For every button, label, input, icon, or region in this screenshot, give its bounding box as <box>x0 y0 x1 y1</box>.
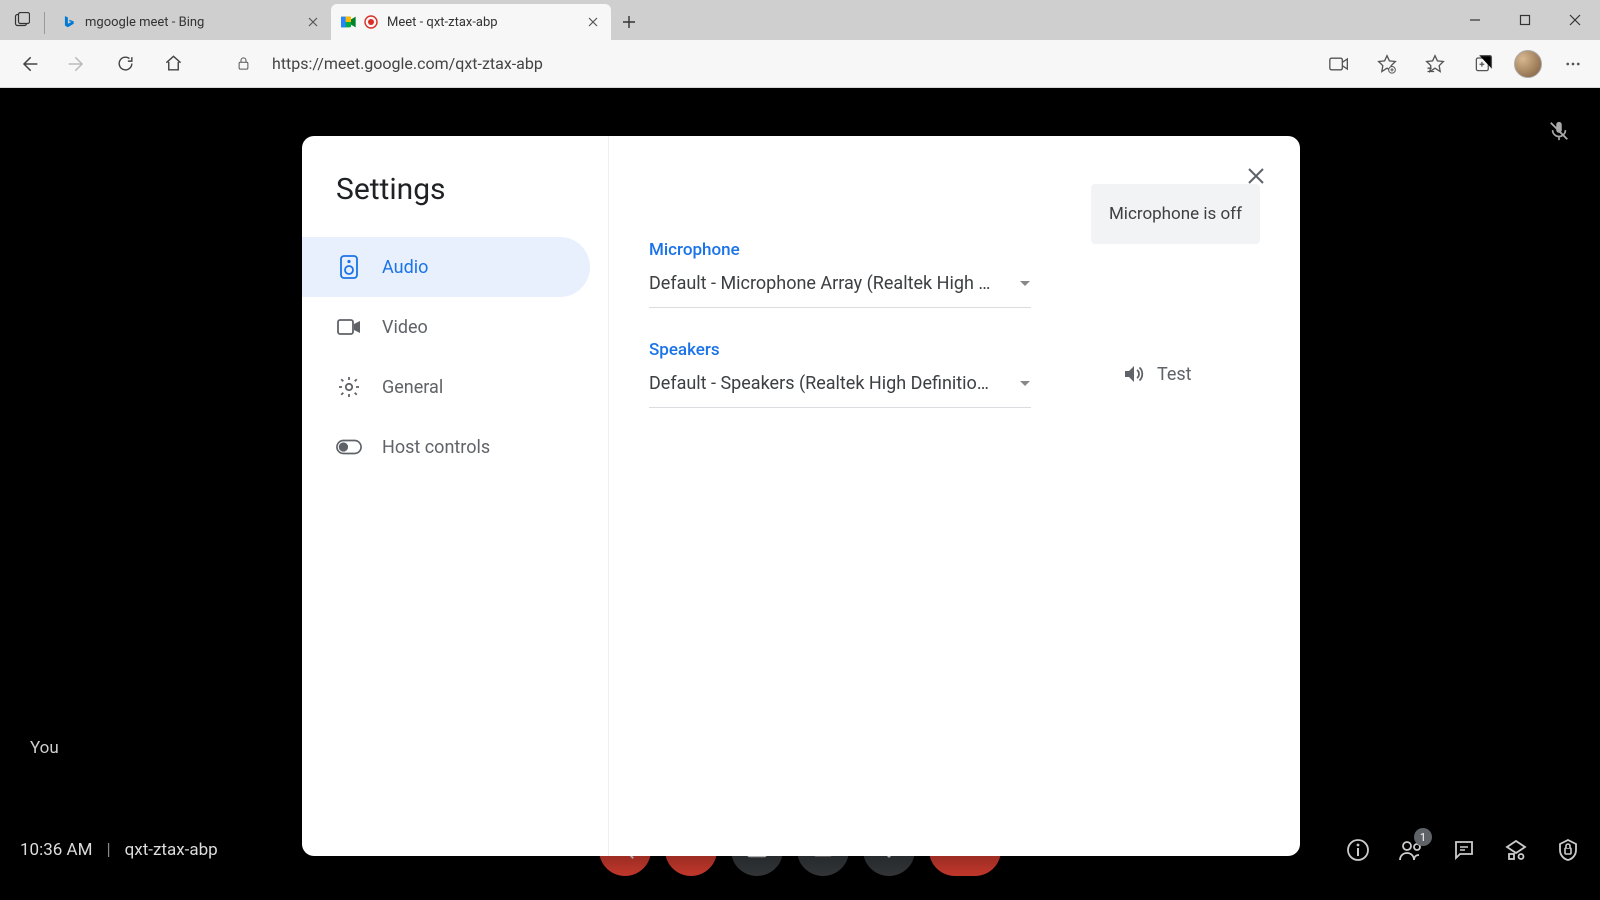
browser-tab-active[interactable]: Meet - qxt-ztax-abp <box>331 4 611 40</box>
speaker-icon <box>336 254 362 280</box>
video-popup-icon[interactable] <box>1322 47 1356 81</box>
chevron-down-icon <box>1019 280 1031 288</box>
chat-icon[interactable] <box>1452 838 1476 862</box>
close-dialog-button[interactable] <box>1238 158 1274 194</box>
favorites-list-icon[interactable] <box>1418 47 1452 81</box>
nav-home-button[interactable] <box>154 45 192 83</box>
close-tab-icon[interactable] <box>305 14 321 30</box>
window-minimize[interactable] <box>1450 0 1500 40</box>
settings-title: Settings <box>302 164 608 237</box>
toggle-icon <box>336 434 362 460</box>
tab-actions-icon[interactable] <box>0 0 44 40</box>
meet-favicon-icon <box>341 14 357 30</box>
settings-dialog: Settings Audio Video General Host contro… <box>302 136 1300 856</box>
microphone-select[interactable]: Default - Microphone Array (Realtek High… <box>649 260 1031 308</box>
divider: | <box>106 840 110 860</box>
speakers-select[interactable]: Default - Speakers (Realtek High Definit… <box>649 360 1031 408</box>
settings-tab-video[interactable]: Video <box>302 297 590 357</box>
test-button-label: Test <box>1157 364 1192 385</box>
tab-strip: mgoogle meet - Bing Meet - qxt-ztax-abp <box>0 0 1600 40</box>
meeting-info-icon[interactable] <box>1346 838 1370 862</box>
room-code: qxt-ztax-abp <box>125 840 218 860</box>
settings-tab-label: General <box>382 377 443 398</box>
gear-icon <box>336 374 362 400</box>
settings-tab-general[interactable]: General <box>302 357 590 417</box>
settings-tab-audio[interactable]: Audio <box>302 237 590 297</box>
self-mic-muted-icon[interactable] <box>1548 120 1570 142</box>
profile-avatar[interactable] <box>1514 50 1542 78</box>
tab-title: mgoogle meet - Bing <box>85 15 297 30</box>
video-icon <box>336 314 362 340</box>
meet-content: You 10:36 AM | qxt-ztax-abp CC 1 <box>0 88 1600 900</box>
test-speakers-button[interactable]: Test <box>1121 362 1192 386</box>
more-menu-icon[interactable] <box>1556 47 1590 81</box>
url-text[interactable]: https://meet.google.com/qxt-ztax-abp <box>266 54 1312 73</box>
bing-favicon-icon <box>61 14 77 30</box>
collections-icon[interactable] <box>1466 47 1500 81</box>
nav-refresh-button[interactable] <box>106 45 144 83</box>
settings-panel: Microphone Default - Microphone Array (R… <box>609 136 1300 856</box>
settings-tab-label: Audio <box>382 257 428 278</box>
clock-time: 10:36 AM <box>20 840 92 860</box>
microphone-select-value: Default - Microphone Array (Realtek High… <box>649 273 1009 294</box>
activities-icon[interactable] <box>1504 838 1528 862</box>
recording-indicator-icon <box>363 14 379 30</box>
favorite-star-icon[interactable] <box>1370 47 1404 81</box>
new-tab-button[interactable] <box>611 4 647 40</box>
window-controls <box>1450 0 1600 40</box>
settings-tab-host-controls[interactable]: Host controls <box>302 417 590 477</box>
self-video-label: You <box>30 738 59 758</box>
volume-icon <box>1121 362 1145 386</box>
tab-title: Meet - qxt-ztax-abp <box>387 15 577 30</box>
nav-forward-button <box>58 45 96 83</box>
participants-count-badge: 1 <box>1414 828 1432 846</box>
chevron-down-icon <box>1019 380 1031 388</box>
speakers-section-label: Speakers <box>649 340 1031 360</box>
host-controls-icon[interactable] <box>1556 838 1580 862</box>
browser-tab[interactable]: mgoogle meet - Bing <box>51 4 331 40</box>
microphone-status: Microphone is off <box>1091 184 1260 244</box>
settings-tab-label: Video <box>382 317 428 338</box>
participants-icon[interactable]: 1 <box>1398 838 1424 862</box>
window-maximize[interactable] <box>1500 0 1550 40</box>
speakers-select-value: Default - Speakers (Realtek High Definit… <box>649 373 1009 394</box>
address-bar: https://meet.google.com/qxt-ztax-abp <box>0 40 1600 88</box>
settings-tab-label: Host controls <box>382 437 490 458</box>
close-tab-icon[interactable] <box>585 14 601 30</box>
window-close[interactable] <box>1550 0 1600 40</box>
lock-icon[interactable] <box>230 45 256 83</box>
meet-right-controls: 1 <box>1346 838 1580 862</box>
settings-sidebar: Settings Audio Video General Host contro… <box>302 136 609 856</box>
nav-back-button[interactable] <box>10 45 48 83</box>
microphone-section-label: Microphone <box>649 240 1031 260</box>
